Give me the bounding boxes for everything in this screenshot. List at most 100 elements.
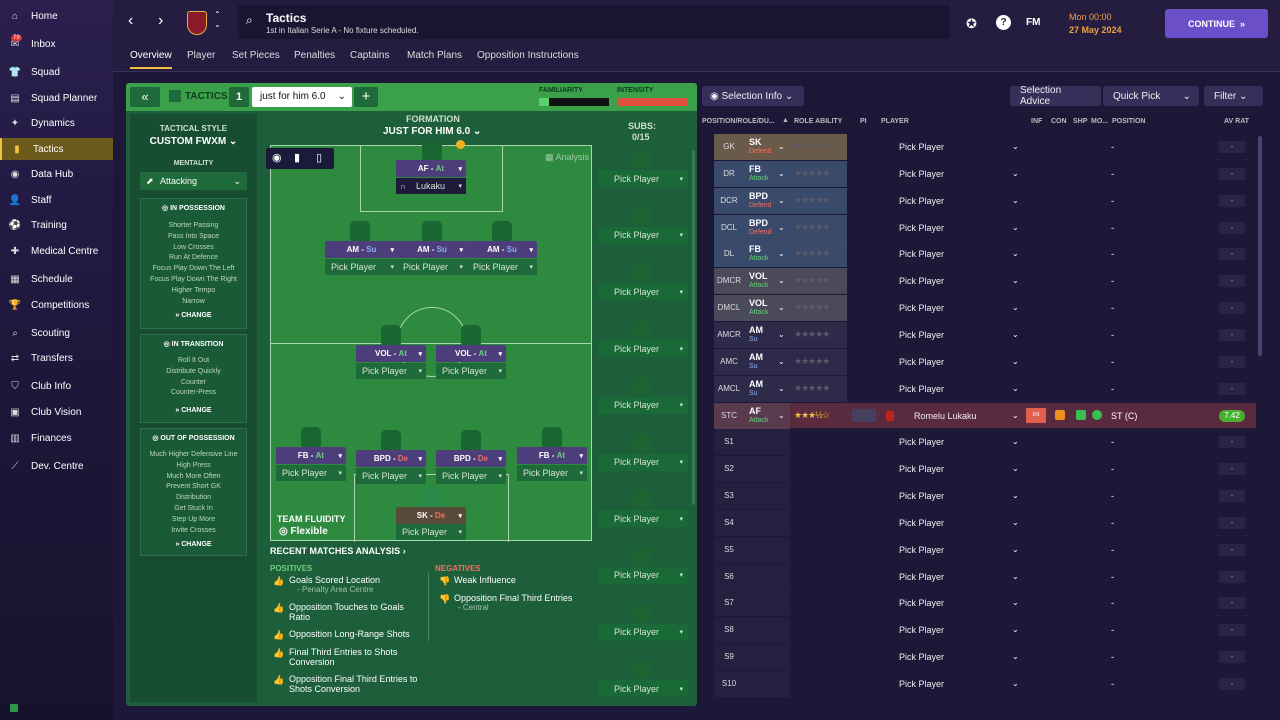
col-header-player[interactable]: PLAYER xyxy=(881,118,909,125)
add-tactic-button[interactable]: + xyxy=(354,87,378,107)
tab-opposition-instructions[interactable]: Opposition Instructions xyxy=(477,50,579,67)
position-dmcr-role[interactable]: VOL - At ▾ xyxy=(436,345,506,362)
table-row[interactable]: S8 Pick Player ⌄ - - xyxy=(714,617,1256,644)
position-dmcl-player[interactable]: Pick Player ▾ xyxy=(356,363,426,379)
sidebar-item-tactics[interactable]: ▮ Tactics xyxy=(0,138,113,160)
status-icon[interactable] xyxy=(10,704,18,712)
chevron-down-icon[interactable]: ⌄ xyxy=(1012,357,1019,366)
player-select[interactable]: Pick Player xyxy=(899,330,944,340)
sidebar-item-squad-planner[interactable]: ▤ Squad Planner xyxy=(0,87,113,109)
table-row[interactable]: AMCR AM Su ⌄ ★★★★★ Pick Player ⌄ - - xyxy=(714,321,1256,348)
table-row[interactable]: S2 Pick Player ⌄ - - xyxy=(714,456,1256,483)
tab-captains[interactable]: Captains xyxy=(350,50,389,67)
chevron-down-icon[interactable]: ⌄ xyxy=(778,249,785,258)
position-dcr-role[interactable]: BPD - De ▾ xyxy=(436,450,506,467)
chevron-down-icon[interactable]: ⌄ xyxy=(1012,572,1019,581)
chevron-down-icon[interactable]: ⌄ xyxy=(1012,411,1019,420)
table-row[interactable]: DMCR VOL Attack ⌄ ★★★★★ Pick Player ⌄ - - xyxy=(714,268,1256,295)
chevron-down-icon[interactable]: ⌄ xyxy=(778,303,785,312)
out-of-possession-change-button[interactable]: » CHANGE xyxy=(141,541,246,548)
table-row[interactable]: S7 Pick Player ⌄ - - xyxy=(714,590,1256,617)
position-gk-player[interactable]: Pick Player ▾ xyxy=(396,524,466,540)
subs-scrollbar[interactable] xyxy=(692,150,695,505)
sub-slot[interactable]: Pick Player ▾ xyxy=(598,283,688,301)
selection-advice-button[interactable]: Selection Advice xyxy=(1010,85,1101,107)
sidebar-item-squad[interactable]: 👕 Squad xyxy=(0,61,113,83)
sidebar-item-dynamics[interactable]: ✦ Dynamics xyxy=(0,112,113,134)
chevron-down-icon[interactable]: ⌄ xyxy=(1012,598,1019,607)
position-amc-role[interactable]: AM - Su ▾ xyxy=(397,241,467,258)
sidebar-item-schedule[interactable]: ▦ Schedule xyxy=(0,268,113,290)
player-select[interactable]: Pick Player xyxy=(899,196,944,206)
sidebar-item-club-info[interactable]: ⛉ Club Info xyxy=(0,375,113,397)
chevron-down-icon[interactable]: ⌄ xyxy=(778,142,785,151)
col-header-shp[interactable]: SHP xyxy=(1073,118,1087,125)
pitch-view-icon[interactable]: ▯ xyxy=(316,151,322,164)
table-row[interactable]: S1 Pick Player ⌄ - - xyxy=(714,429,1256,456)
club-switch-icon[interactable]: ⌃ ⌄ xyxy=(214,10,221,30)
position-dcl-player[interactable]: Pick Player ▾ xyxy=(356,468,426,484)
player-select[interactable]: Pick Player xyxy=(899,572,944,582)
sidebar-item-training[interactable]: ⚽ Training xyxy=(0,214,113,236)
table-row[interactable]: S10 Pick Player ⌄ - - xyxy=(714,671,1256,697)
selection-info-button[interactable]: ◉ Selection Info ⌄ xyxy=(702,86,804,106)
player-select[interactable]: Pick Player xyxy=(899,303,944,313)
position-dcr-player[interactable]: Pick Player ▾ xyxy=(436,468,506,484)
tab-penalties[interactable]: Penalties xyxy=(294,50,335,67)
sidebar-item-home[interactable]: ⌂ Home xyxy=(0,5,113,27)
player-select[interactable]: Pick Player xyxy=(899,652,944,662)
chevron-down-icon[interactable]: ⌄ xyxy=(778,223,785,232)
chevron-down-icon[interactable]: ⌄ xyxy=(778,169,785,178)
table-row[interactable]: DR FB Attack ⌄ ★★★★★ Pick Player ⌄ - - xyxy=(714,160,1256,187)
tactic-slot[interactable]: 1 xyxy=(229,87,249,107)
search-icon[interactable]: ⌕ xyxy=(246,13,253,28)
chevron-down-icon[interactable]: ⌄ xyxy=(778,330,785,339)
position-amcr-player[interactable]: Pick Player ▾ xyxy=(467,259,537,275)
chevron-down-icon[interactable]: ⌄ xyxy=(1012,437,1019,446)
col-header-position[interactable]: POSITION/ROLE/DU... xyxy=(702,118,775,125)
table-row[interactable]: DCL BPD Defend ⌄ ★★★★★ Pick Player ⌄ - - xyxy=(714,214,1256,241)
player-select[interactable]: Pick Player xyxy=(899,169,944,179)
col-header-pi[interactable]: PI xyxy=(860,118,867,125)
chevron-down-icon[interactable]: ⌄ xyxy=(1012,276,1019,285)
col-header-av-rat[interactable]: AV RAT xyxy=(1224,118,1249,125)
col-header-position-natural[interactable]: POSITION xyxy=(1112,118,1145,125)
player-select[interactable]: Pick Player xyxy=(899,276,944,286)
table-row[interactable]: S9 Pick Player ⌄ - - xyxy=(714,644,1256,671)
forward-icon[interactable]: › xyxy=(158,12,163,30)
chevron-down-icon[interactable]: ⌄ xyxy=(778,357,785,366)
player-name[interactable]: Romelu Lukaku xyxy=(914,411,977,421)
position-amcl-role[interactable]: AM - Su ▾ xyxy=(325,241,398,258)
chevron-down-icon[interactable]: ⌄ xyxy=(1012,652,1019,661)
position-amcl-player[interactable]: Pick Player ▾ xyxy=(325,259,398,275)
help-icon[interactable]: ? xyxy=(996,15,1011,30)
sub-slot[interactable]: Pick Player ▾ xyxy=(598,340,688,358)
table-row[interactable]: AMC AM Su ⌄ ★★★★★ Pick Player ⌄ - - xyxy=(714,348,1256,375)
tactic-select[interactable]: just for him 6.0 ⌄ xyxy=(252,87,352,107)
sub-slot[interactable]: Pick Player ▾ xyxy=(598,170,688,187)
sub-slot[interactable]: Pick Player ▾ xyxy=(598,226,688,244)
chevron-down-icon[interactable]: ⌄ xyxy=(1012,625,1019,634)
club-crest-icon[interactable] xyxy=(187,11,207,35)
chevron-down-icon[interactable]: ⌄ xyxy=(778,196,785,205)
player-select[interactable]: Pick Player xyxy=(899,679,944,689)
chevron-down-icon[interactable]: ⌄ xyxy=(1012,169,1019,178)
table-row[interactable]: S5 Pick Player ⌄ - - xyxy=(714,536,1256,563)
col-header-inf[interactable]: INF xyxy=(1031,118,1042,125)
award-icon[interactable]: ✪ xyxy=(966,16,977,32)
player-select[interactable]: Pick Player xyxy=(899,464,944,474)
player-select[interactable]: Pick Player xyxy=(899,249,944,259)
chevron-down-icon[interactable]: ⌄ xyxy=(1012,679,1019,688)
position-dmcr-player[interactable]: Pick Player ▾ xyxy=(436,363,506,379)
table-row[interactable]: STC AF Attack ⌄ ★★★½☆ Romelu Lukaku Int ⌄ ST (C)… xyxy=(714,402,1256,429)
player-select[interactable]: Pick Player xyxy=(899,518,944,528)
sidebar-item-dev-centre[interactable]: ⟋ Dev. Centre xyxy=(0,455,113,477)
position-dmcl-role[interactable]: VOL - At ▾ xyxy=(356,345,426,362)
sub-slot[interactable]: Pick Player ▾ xyxy=(598,453,688,471)
recent-matches-analysis-link[interactable]: RECENT MATCHES ANALYSIS › xyxy=(270,546,406,556)
chevron-down-icon[interactable]: ⌄ xyxy=(1012,518,1019,527)
position-gk-role[interactable]: SK - De ▾ xyxy=(396,507,466,524)
pi-icon[interactable] xyxy=(852,408,876,422)
filter-button[interactable]: Filter ⌄ xyxy=(1204,86,1263,106)
sidebar-item-medical[interactable]: ✚ Medical Centre xyxy=(0,240,113,262)
